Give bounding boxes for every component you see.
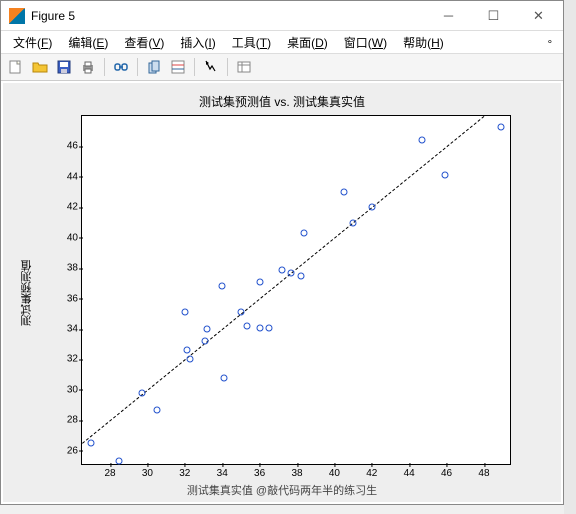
rotate-button[interactable] [143, 56, 165, 78]
data-marker [368, 204, 375, 211]
x-tick: 30 [142, 464, 153, 479]
data-marker [497, 123, 504, 130]
minimize-button[interactable]: ─ [426, 2, 471, 30]
save-button[interactable] [53, 56, 75, 78]
x-tick: 48 [478, 464, 489, 479]
figure-window: Figure 5 ─ ☐ ✕ 文件(F)编辑(E)查看(V)插入(I)工具(T)… [0, 0, 564, 505]
data-marker [297, 272, 304, 279]
menu-f[interactable]: 文件(F) [5, 32, 60, 53]
x-tick: 44 [404, 464, 415, 479]
data-marker [279, 266, 286, 273]
x-axis-label-watermark: 测试集真实值 @敲代码两年半的练习生 [3, 482, 561, 498]
new-figure-button[interactable] [5, 56, 27, 78]
y-axis-label: 测试集预测值 [19, 260, 35, 326]
y-tick: 28 [67, 415, 82, 426]
open-button[interactable] [29, 56, 51, 78]
data-marker [256, 324, 263, 331]
menu-t[interactable]: 工具(T) [224, 32, 279, 53]
data-marker [301, 230, 308, 237]
x-tick: 42 [366, 464, 377, 479]
data-marker [419, 137, 426, 144]
data-marker [202, 338, 209, 345]
x-tick: 40 [329, 464, 340, 479]
maximize-button[interactable]: ☐ [471, 2, 516, 30]
data-marker [441, 172, 448, 179]
background-edge [564, 0, 576, 514]
data-marker [204, 326, 211, 333]
y-tick: 32 [67, 354, 82, 365]
data-marker [116, 458, 123, 465]
x-tick: 38 [291, 464, 302, 479]
toolbar-separator [104, 58, 105, 76]
data-marker [350, 219, 357, 226]
menu-i[interactable]: 插入(I) [172, 32, 223, 53]
toolbar-separator [227, 58, 228, 76]
figure-canvas[interactable]: 测试集预测值 vs. 测试集真实值 测试集预测值 262830323436384… [3, 83, 561, 502]
print-button[interactable] [77, 56, 99, 78]
axes-box[interactable]: 2628303234363840424446283032343638404244… [81, 115, 511, 465]
x-tick: 34 [217, 464, 228, 479]
toolbar [1, 53, 563, 81]
y-tick: 38 [67, 263, 82, 274]
chart-title: 测试集预测值 vs. 测试集真实值 [3, 93, 561, 110]
edit-plot-button[interactable] [200, 56, 222, 78]
x-tick: 46 [441, 464, 452, 479]
menubar: 文件(F)编辑(E)查看(V)插入(I)工具(T)桌面(D)窗口(W)帮助(H)… [1, 31, 563, 53]
matlab-icon [9, 8, 25, 24]
data-marker [187, 356, 194, 363]
data-marker [256, 278, 263, 285]
data-marker [138, 389, 145, 396]
data-marker [265, 324, 272, 331]
menu-e[interactable]: 编辑(E) [60, 32, 116, 53]
window-title: Figure 5 [31, 9, 426, 23]
data-marker [288, 269, 295, 276]
data-marker [181, 309, 188, 316]
menu-w[interactable]: 窗口(W) [336, 32, 395, 53]
y-tick: 44 [67, 171, 82, 182]
y-tick: 26 [67, 445, 82, 456]
data-marker [340, 189, 347, 196]
y-tick: 30 [67, 384, 82, 395]
y-tick: 36 [67, 293, 82, 304]
titlebar[interactable]: Figure 5 ─ ☐ ✕ [1, 1, 563, 31]
x-tick: 32 [179, 464, 190, 479]
data-marker [243, 323, 250, 330]
data-marker [219, 283, 226, 290]
data-marker [221, 374, 228, 381]
close-button[interactable]: ✕ [516, 2, 561, 30]
data-marker [237, 309, 244, 316]
y-tick: 40 [67, 232, 82, 243]
y-tick: 42 [67, 202, 82, 213]
x-tick: 36 [254, 464, 265, 479]
insert-button[interactable] [233, 56, 255, 78]
data-marker [88, 440, 95, 447]
x-tick: 28 [104, 464, 115, 479]
menu-overflow-icon[interactable]: ∘ [541, 37, 559, 48]
link-button[interactable] [110, 56, 132, 78]
data-marker [153, 406, 160, 413]
y-tick: 34 [67, 324, 82, 335]
menu-d[interactable]: 桌面(D) [279, 32, 336, 53]
menu-h[interactable]: 帮助(H) [395, 32, 452, 53]
y-tick: 46 [67, 141, 82, 152]
menu-v[interactable]: 查看(V) [116, 32, 172, 53]
toolbar-separator [137, 58, 138, 76]
data-marker [183, 347, 190, 354]
toolbar-separator [194, 58, 195, 76]
data-cursor-button[interactable] [167, 56, 189, 78]
